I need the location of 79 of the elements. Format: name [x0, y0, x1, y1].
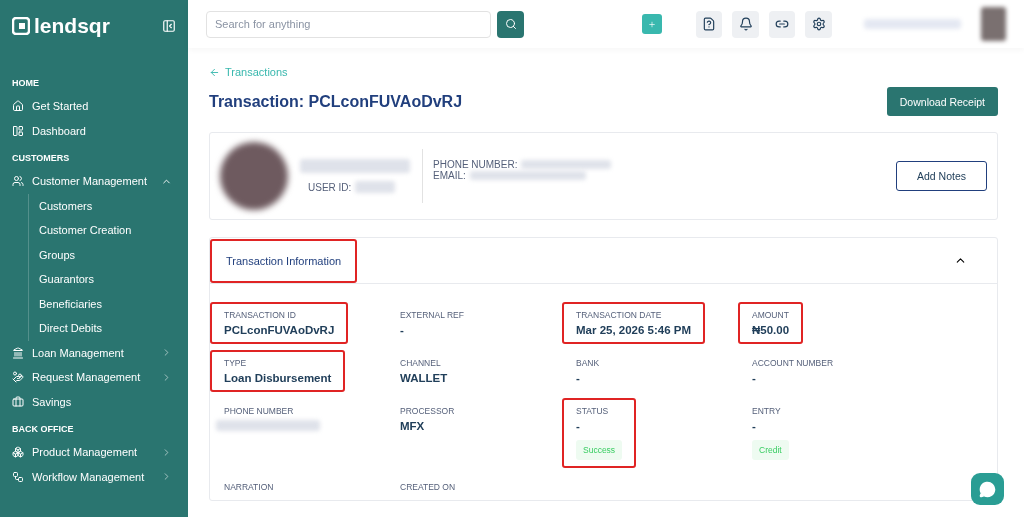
sidebar-item-icon [12, 371, 24, 384]
field-label: TRANSACTION DATE [576, 310, 663, 320]
sidebar-item[interactable]: Workflow Management [0, 464, 188, 489]
help-icon [702, 17, 717, 31]
field-label: TYPE [224, 358, 248, 368]
field-value: WALLET [400, 372, 448, 384]
sidebar-item[interactable]: Savings [0, 389, 188, 414]
sidebar-subitem[interactable]: Customers [29, 193, 188, 218]
sidebar-item-icon [12, 346, 24, 359]
field-label: STATUS [576, 406, 610, 416]
field-value: Loan Disbursement [224, 372, 332, 384]
sidebar-item[interactable]: Dashboard [0, 118, 188, 143]
settings-icon [811, 17, 826, 31]
settings-button[interactable] [805, 10, 832, 38]
field-value: - [576, 420, 581, 432]
sidebar-item[interactable]: Customer Management [0, 169, 188, 194]
field-label: CREATED ON [400, 482, 456, 492]
sidebar-subitem[interactable]: Beneficiaries [29, 291, 188, 316]
field-value: ₦50.00 [752, 324, 790, 336]
status-badge: Success [576, 440, 623, 460]
search-button[interactable] [497, 10, 524, 38]
sidebar-item-icon [12, 395, 24, 408]
sidebar-subitem[interactable]: Direct Debits [29, 316, 188, 341]
phone-label: PHONE NUMBER: [433, 159, 518, 170]
search-icon [504, 18, 517, 30]
search-field[interactable]: Search for anything [206, 10, 492, 38]
sidebar-subitem[interactable]: Customer Creation [29, 218, 188, 243]
collapse-sidebar-icon[interactable] [162, 19, 176, 33]
status-badge: Credit [752, 440, 789, 460]
field-label: PROCESSOR [400, 406, 455, 416]
field-label: TRANSACTION ID [224, 310, 297, 320]
avatar-placeholder [220, 142, 288, 210]
field-label: PHONE NUMBER [224, 406, 295, 416]
field-value: PCLconFUVAoDvRJ [224, 324, 335, 336]
sidebar-item-icon [12, 470, 24, 483]
sidebar-section-title: BACK OFFICE [11, 424, 75, 434]
sidebar-item[interactable]: Request Management [0, 365, 188, 390]
section-title: Transaction Information [210, 238, 358, 283]
field-value: Mar 25, 2026 5:46 PM [576, 324, 692, 336]
sidebar-subitem[interactable]: Groups [29, 242, 188, 267]
field-label: EXTERNAL REF [400, 310, 464, 320]
chat-bubble-icon [979, 480, 996, 498]
field-value: MFX [400, 420, 426, 432]
sidebar-item-icon [12, 124, 24, 137]
back-arrow-icon [209, 66, 220, 78]
field-value: - [576, 372, 581, 384]
sidebar-item[interactable]: Get Started [0, 94, 188, 119]
sidebar-item-icon [12, 100, 24, 113]
field-label: ACCOUNT NUMBER [752, 358, 834, 368]
notifications-button[interactable] [732, 10, 759, 38]
field-value: - [752, 372, 757, 384]
chat-button[interactable] [971, 473, 1004, 505]
bell-icon [738, 17, 753, 31]
sidebar-section-title: HOME [11, 78, 40, 88]
avatar-placeholder[interactable] [980, 7, 1007, 41]
help-button[interactable] [695, 10, 723, 38]
logo-icon [12, 17, 30, 35]
sidebar-item[interactable]: Loan Management [0, 340, 188, 365]
sidebar-section-title: CUSTOMERS [11, 153, 71, 163]
link-button[interactable] [768, 10, 796, 38]
sidebar-item-icon [12, 446, 24, 459]
field-label: AMOUNT [752, 310, 790, 320]
sidebar-subitem[interactable]: Guarantors [29, 267, 188, 292]
page-title: Transaction: PCLconFUVAoDvRJ [209, 92, 463, 111]
field-label: NARRATION [224, 482, 274, 492]
sidebar-item[interactable]: Product Management [0, 440, 188, 465]
field-label: CHANNEL [400, 358, 442, 368]
redacted-user-id [355, 181, 396, 193]
field-label: BANK [576, 358, 600, 368]
field-label: ENTRY [752, 406, 782, 416]
add-notes-button[interactable]: Add Notes [895, 161, 987, 191]
user-id-label: USER ID: [308, 181, 352, 193]
sidebar-item-icon [12, 175, 24, 188]
logo-text: lendsqr [34, 14, 110, 38]
link-icon [775, 17, 790, 31]
field-value: - [400, 324, 405, 336]
field-value: - [752, 420, 757, 432]
email-label: EMAIL: [433, 170, 466, 181]
download-receipt-button[interactable]: Download Receipt [886, 87, 998, 116]
